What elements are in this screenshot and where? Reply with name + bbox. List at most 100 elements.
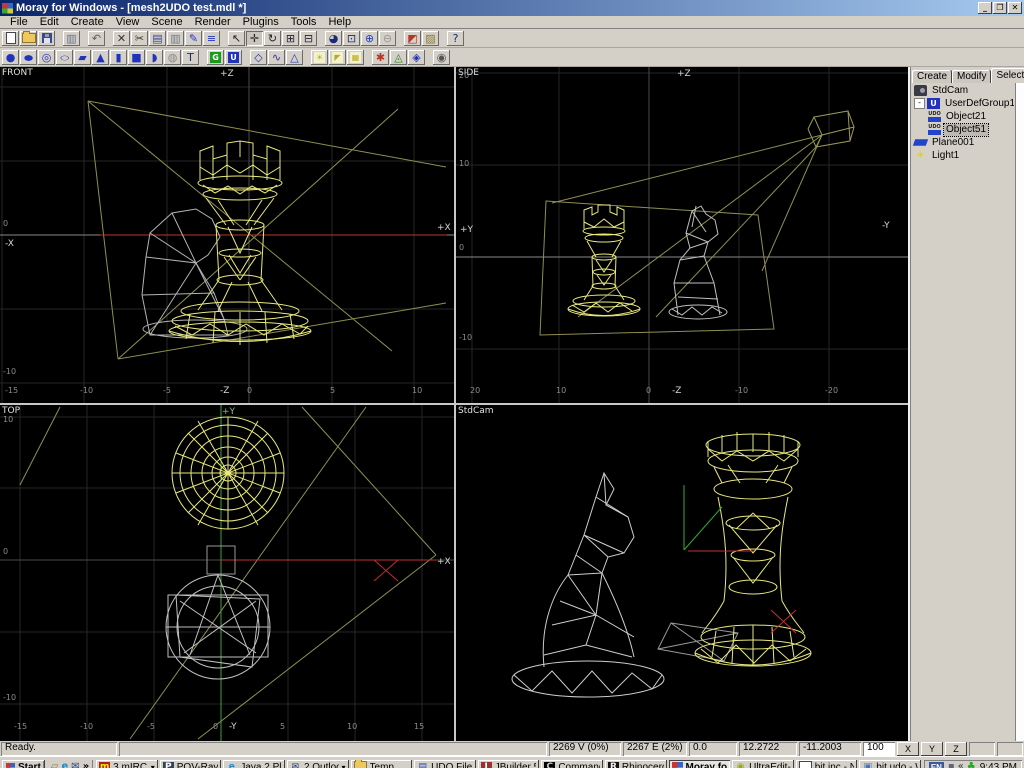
ie-icon[interactable]: e (62, 761, 69, 768)
tray-app-icon[interactable]: ▪ (948, 761, 955, 768)
sphere-button[interactable]: ● (2, 50, 19, 65)
undo-button[interactable]: ↶ (88, 31, 105, 46)
render-window-button[interactable]: ⊡ (343, 31, 360, 46)
task-bit-udo-w[interactable]: ▣bit.udo - W... (859, 760, 921, 768)
edit-points-button[interactable]: ✎ (185, 31, 202, 46)
mesh-button[interactable]: ◍ (164, 50, 181, 65)
tree-item-plane001[interactable]: Plane001 (912, 136, 1014, 149)
task-rhinoceros[interactable]: RRhinoceros ... (605, 760, 667, 768)
tree-item-object51[interactable]: UDOObject51 (912, 123, 1014, 136)
text-object-button[interactable]: T (182, 50, 199, 65)
blob-button[interactable]: ◗ (146, 50, 163, 65)
ellipsoid-button[interactable]: ● (20, 50, 37, 65)
task-pov-ray-fo[interactable]: PPOV-Ray fo... (160, 760, 222, 768)
csg-group-button[interactable]: G (207, 50, 224, 65)
task-bit-inc-not[interactable]: bit.inc - Not... (796, 760, 858, 768)
paste-button[interactable]: ▥ (167, 31, 184, 46)
dropdown-arrow[interactable]: ▾ (342, 763, 346, 768)
tab-create[interactable]: Create (912, 70, 952, 83)
restore-button[interactable]: ❐ (993, 2, 1007, 14)
render-button[interactable]: ◕ (325, 31, 342, 46)
disc-button[interactable]: ○ (56, 50, 73, 65)
rotate-mode-button[interactable]: ↻ (264, 31, 281, 46)
minimize-button[interactable]: _ (978, 2, 992, 14)
menu-edit[interactable]: Edit (34, 16, 65, 28)
language-indicator[interactable]: EN (929, 762, 944, 768)
torus-button[interactable]: ◎ (38, 50, 55, 65)
axis-button-x[interactable]: X (897, 742, 919, 756)
animation-button[interactable]: ✱ (372, 50, 389, 65)
zoom-in-button[interactable]: ⊕ (361, 31, 378, 46)
messenger-icon[interactable]: ♣ (967, 761, 976, 768)
axis-button-y[interactable]: Y (921, 742, 943, 756)
lathe-button[interactable]: ∿ (268, 50, 285, 65)
mail-icon[interactable]: ✉ (71, 761, 79, 768)
tab-select[interactable]: Select (991, 68, 1024, 83)
plugin-object-button[interactable]: ◬ (390, 50, 407, 65)
menu-plugins[interactable]: Plugins (237, 16, 285, 28)
point-light-button[interactable]: ☀ (311, 50, 328, 65)
menu-scene[interactable]: Scene (145, 16, 188, 28)
panel-scrollbar[interactable] (1015, 83, 1024, 741)
open-button[interactable] (20, 31, 37, 46)
select-mode-button[interactable]: ↖ (228, 31, 245, 46)
menu-file[interactable]: File (4, 16, 34, 28)
copy-button[interactable]: ▤ (149, 31, 166, 46)
viewport-front[interactable]: FRONT+Z-X+X-Z0-10-15-10-50510 (0, 67, 454, 403)
viewport-grid-button[interactable]: ⊞ (282, 31, 299, 46)
cylinder-button[interactable]: ▮ (110, 50, 127, 65)
viewport-top[interactable]: TOP+Y+X-Y100-10-15-10-5051015 (0, 405, 454, 741)
task-command-p[interactable]: CCommand P... (541, 760, 603, 768)
tree-item-object21[interactable]: UDOObject21 (912, 110, 1014, 123)
materials-button[interactable]: ◩ (404, 31, 421, 46)
task-moray-for[interactable]: Moray for ... (669, 760, 731, 768)
tree-item-stdcam[interactable]: StdCam (912, 84, 1014, 97)
viewport-stdcam[interactable]: StdCam (456, 405, 910, 741)
collapse-chevron[interactable]: « (958, 761, 964, 768)
spot-light-button[interactable]: ◤ (329, 50, 346, 65)
surface-revolution-button[interactable]: △ (286, 50, 303, 65)
plugin-palette-button[interactable]: ▨ (422, 31, 439, 46)
task-jbuilder-5[interactable]: JJBuilder 5 - ... (478, 760, 540, 768)
viewport-side[interactable]: SIDE+Z+Y-Y-Z20100-1020100-10-20 (456, 67, 910, 403)
menu-create[interactable]: Create (65, 16, 110, 28)
udo-object-button[interactable]: ◈ (408, 50, 425, 65)
menu-help[interactable]: Help (322, 16, 357, 28)
task-3-mirc[interactable]: m3 mIRC▾ (96, 760, 158, 768)
menu-render[interactable]: Render (189, 16, 237, 28)
cube-button[interactable]: ■ (128, 50, 145, 65)
plane-button[interactable]: ▰ (74, 50, 91, 65)
task-2-outlook[interactable]: ✉2 Outlook ...▾ (287, 760, 349, 768)
menu-tools[interactable]: Tools (285, 16, 323, 28)
close-button[interactable]: ✕ (1008, 2, 1022, 14)
tree-item-userdefgroup1[interactable]: -UUserDefGroup1 (912, 97, 1014, 110)
app-icon[interactable] (2, 3, 13, 14)
tree-item-light1[interactable]: ☀Light1 (912, 149, 1014, 162)
delete-button[interactable]: ✕ (113, 31, 130, 46)
cone-button[interactable]: ▲ (92, 50, 109, 65)
axis-button-z[interactable]: Z (945, 742, 967, 756)
tree-expander[interactable]: - (914, 98, 925, 109)
show-desktop-icon[interactable]: ▱ (51, 761, 59, 768)
start-button[interactable]: Start (2, 760, 45, 768)
menu-view[interactable]: View (110, 16, 146, 28)
cut-button[interactable]: ✂ (131, 31, 148, 46)
area-light-button[interactable]: ▦ (347, 50, 364, 65)
move-mode-button[interactable]: ✛ (246, 31, 263, 46)
new-button[interactable] (2, 31, 19, 46)
task-udo-file-fo[interactable]: ▤UDO File Fo... (414, 760, 476, 768)
zoom-out-button[interactable]: ⊖ (379, 31, 396, 46)
task-temp[interactable]: Temp (351, 760, 413, 768)
bezier-patch-button[interactable]: ◇ (250, 50, 267, 65)
dropdown-arrow[interactable]: ▾ (151, 763, 155, 768)
more-chevron[interactable]: » (83, 761, 89, 768)
save-button[interactable] (38, 31, 55, 46)
task-ultraedit-32[interactable]: ◉UltraEdit-32 (732, 760, 794, 768)
import-button[interactable]: ▥ (63, 31, 80, 46)
task-java-2-platf[interactable]: eJava 2 Platf... (223, 760, 285, 768)
zoom-level-field[interactable]: 100 (863, 742, 895, 756)
tab-modify[interactable]: Modify (952, 70, 991, 83)
viewport-split-button[interactable]: ⊟ (300, 31, 317, 46)
csg-union-button[interactable]: U (225, 50, 242, 65)
help-button[interactable]: ? (447, 31, 464, 46)
